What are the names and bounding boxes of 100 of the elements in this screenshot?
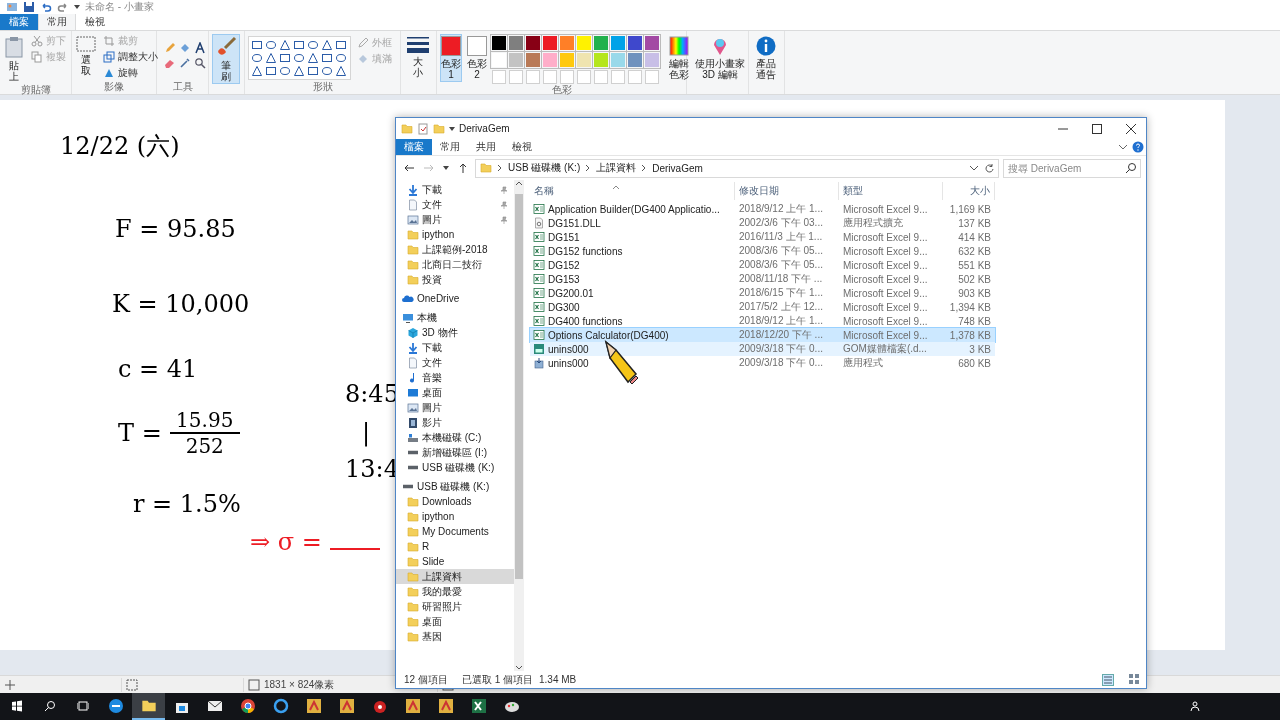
nav-item[interactable]: 桌面	[396, 385, 514, 400]
file-menu-tab[interactable]: 檔案	[396, 139, 432, 155]
chevron-down-icon[interactable]	[969, 163, 979, 173]
undo-icon[interactable]	[40, 1, 52, 13]
palette-swatch[interactable]	[577, 53, 591, 67]
column-header[interactable]: 大小	[943, 182, 995, 200]
nav-item[interactable]: 本機	[396, 310, 514, 325]
empty-palette-slot[interactable]	[492, 70, 506, 84]
magnifier-icon[interactable]	[194, 57, 206, 69]
palette-swatch[interactable]	[492, 36, 506, 50]
nav-item[interactable]: Slide	[396, 554, 514, 569]
empty-palette-slot[interactable]	[628, 70, 642, 84]
palette-swatch[interactable]	[509, 36, 523, 50]
nav-item[interactable]: 音樂	[396, 370, 514, 385]
palette-swatch[interactable]	[526, 36, 540, 50]
ribbon-tab[interactable]: 共用	[468, 139, 504, 155]
palette-swatch[interactable]	[611, 53, 625, 67]
select-button[interactable]: 選取	[75, 34, 97, 78]
redo-icon[interactable]	[57, 1, 69, 13]
file-row[interactable]: DG153 2008/11/18 下午 ... Microsoft Excel 9... 502 KB	[530, 272, 995, 286]
nav-item[interactable]: My Documents	[396, 524, 514, 539]
paste-button[interactable]: 貼上	[3, 34, 25, 84]
ribbon-tab[interactable]: 常用	[38, 14, 76, 30]
file-row[interactable]: unins000 2009/3/18 下午 0... GOM媒體檔案(.d... 3 KB	[530, 342, 995, 356]
scroll-down-icon[interactable]	[515, 665, 523, 671]
nav-item[interactable]: USB 磁碟機 (K:)	[396, 479, 514, 494]
ribbon-tab[interactable]: 檢視	[504, 139, 540, 155]
palette-swatch[interactable]	[611, 36, 625, 50]
nav-item[interactable]: 基因	[396, 629, 514, 644]
ribbon-tab[interactable]: 常用	[432, 139, 468, 155]
file-row[interactable]: DG200.01 2018/6/15 下午 1... Microsoft Excel 9... 903 KB	[530, 286, 995, 300]
save-icon[interactable]	[23, 1, 35, 13]
file-row[interactable]: DG151 2016/11/3 上午 1... Microsoft Excel 9... 414 KB	[530, 230, 995, 244]
shapes-gallery[interactable]	[248, 36, 351, 80]
eraser-icon[interactable]	[164, 57, 176, 69]
palette-swatch[interactable]	[543, 36, 557, 50]
file-row[interactable]: DG152 2008/3/6 下午 05... Microsoft Excel 9... 551 KB	[530, 258, 995, 272]
file-row[interactable]: unins000 2009/3/18 下午 0... 應用程式 680 KB	[530, 356, 995, 370]
address-bar[interactable]: USB 磁碟機 (K:) 上課資料 DerivaGem	[475, 158, 999, 178]
column-header[interactable]: 修改日期	[735, 182, 839, 200]
file-row[interactable]: DG151.DLL 2002/3/6 下午 03... 應用程式擴充 137 KB	[530, 216, 995, 230]
image-action-button[interactable]: 旋轉	[101, 66, 160, 80]
brushes-button[interactable]: 筆刷	[212, 34, 240, 84]
eyedropper-icon[interactable]	[179, 57, 191, 69]
product-notice-button[interactable]: 產品通告	[752, 34, 780, 82]
pin-icon[interactable]	[500, 186, 508, 194]
empty-palette-slot[interactable]	[509, 70, 523, 84]
nav-item[interactable]: OneDrive	[396, 291, 514, 306]
nav-item[interactable]: 上課資料	[396, 569, 514, 584]
file-row[interactable]: Options Calculator(DG400) 2018/12/20 下午 ... Microsoft Excel 9... 1,378 KB	[530, 328, 995, 342]
nav-item[interactable]: R	[396, 539, 514, 554]
column-header[interactable]: 名稱	[530, 182, 735, 200]
palette-swatch[interactable]	[492, 53, 506, 67]
pin-icon[interactable]	[500, 216, 508, 224]
palette-swatch[interactable]	[645, 53, 659, 67]
nav-item[interactable]: 圖片	[396, 212, 514, 227]
nav-item[interactable]: 文件	[396, 355, 514, 370]
palette-swatch[interactable]	[560, 36, 574, 50]
color-slot-button[interactable]: 色彩 1	[440, 34, 462, 82]
file-row[interactable]: DG152 functions 2008/3/6 下午 05... Microsoft Excel 9... 632 KB	[530, 244, 995, 258]
properties-icon[interactable]	[417, 122, 429, 135]
nav-item[interactable]: ipython	[396, 509, 514, 524]
column-header[interactable]: 類型	[839, 182, 943, 200]
nav-item[interactable]: 北商日二技衍	[396, 257, 514, 272]
palette-swatch[interactable]	[526, 53, 540, 67]
nav-item[interactable]: 桌面	[396, 614, 514, 629]
palette-swatch[interactable]	[543, 53, 557, 67]
file-row[interactable]: DG300 2017/5/2 上午 12... Microsoft Excel 9... 1,394 KB	[530, 300, 995, 314]
nav-item[interactable]: 上課範例-2018	[396, 242, 514, 257]
palette-swatch[interactable]	[509, 53, 523, 67]
ribbon-tab[interactable]: 檢視	[76, 14, 114, 30]
nav-item[interactable]: 下載	[396, 182, 514, 197]
nav-item[interactable]: 3D 物件	[396, 325, 514, 340]
breadcrumb-link[interactable]: DerivaGem	[652, 162, 703, 174]
palette-swatch[interactable]	[577, 36, 591, 50]
nav-item[interactable]: 本機磁碟 (C:)	[396, 430, 514, 445]
nav-item[interactable]: 影片	[396, 415, 514, 430]
empty-palette-slot[interactable]	[560, 70, 574, 84]
empty-palette-slot[interactable]	[594, 70, 608, 84]
scrollbar-thumb[interactable]	[515, 194, 523, 579]
nav-item[interactable]: 我的最愛	[396, 584, 514, 599]
paint-3d-button[interactable]: 使用小畫家 3D 編輯	[693, 34, 747, 82]
scroll-up-icon[interactable]	[515, 180, 523, 186]
image-action-button[interactable]: 調整大小	[101, 50, 160, 64]
pencil-icon[interactable]	[164, 42, 176, 54]
large-icons-view-icon[interactable]	[1128, 672, 1140, 685]
edit-colors-button[interactable]: 編輯色彩	[667, 34, 691, 82]
nav-item[interactable]: 研習照片	[396, 599, 514, 614]
nav-item[interactable]: Downloads	[396, 494, 514, 509]
empty-palette-slot[interactable]	[611, 70, 625, 84]
recent-locations-button[interactable]	[441, 166, 451, 170]
empty-palette-slot[interactable]	[577, 70, 591, 84]
file-row[interactable]: DG400 functions 2018/9/12 上午 1... Microsoft Excel 9... 748 KB	[530, 314, 995, 328]
refresh-icon[interactable]	[984, 163, 994, 173]
pin-icon[interactable]	[500, 201, 508, 209]
palette-swatch[interactable]	[594, 36, 608, 50]
file-row[interactable]: Application Builder(DG400 Applicatio... 2018/9/12 上午 1... Microsoft Excel 9... 1,169 KB	[530, 202, 995, 216]
empty-palette-slot[interactable]	[543, 70, 557, 84]
empty-palette-slot[interactable]	[645, 70, 659, 84]
text-tool-icon[interactable]	[194, 42, 206, 54]
